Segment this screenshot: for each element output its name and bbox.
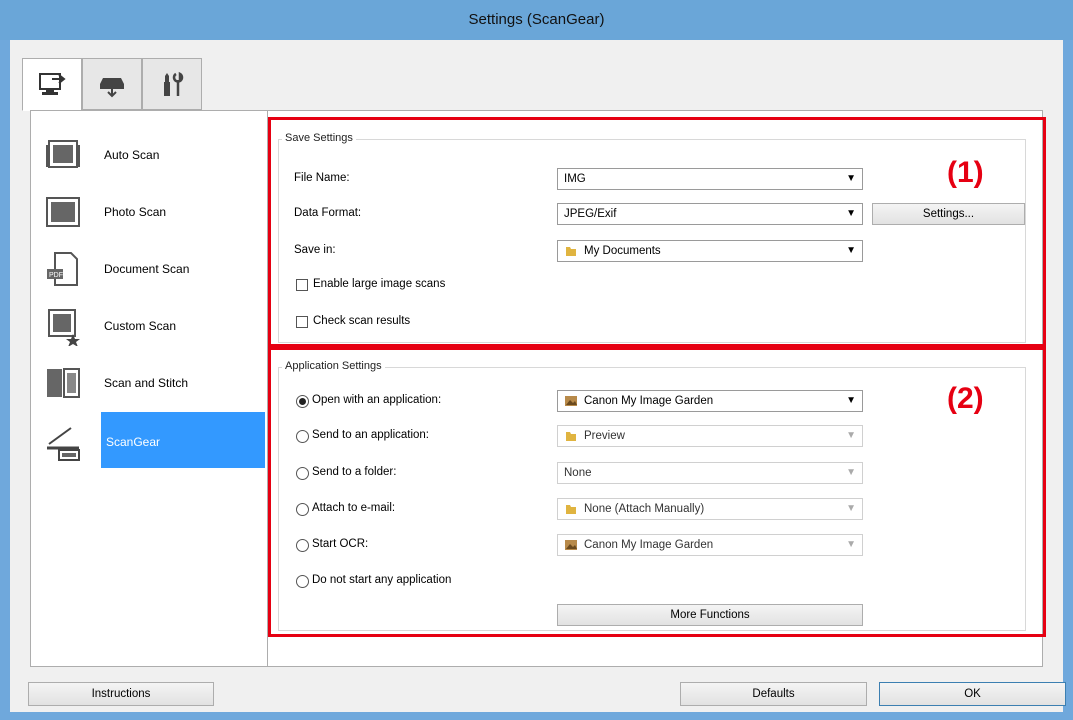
window-client-area: Auto Scan Photo Scan PDF Document Scan C… [10, 40, 1066, 712]
nav-label-photo-scan: Photo Scan [104, 205, 167, 219]
scan-from-panel-icon [100, 78, 124, 98]
custom-scan-icon [48, 309, 80, 346]
tab-scan-from-panel[interactable] [82, 58, 142, 110]
nav-label-scangear: ScanGear [106, 435, 161, 449]
highlight-box-1 [268, 117, 1046, 347]
nav-item-scan-and-stitch[interactable]: Scan and Stitch [31, 355, 267, 411]
scan-and-stitch-icon [47, 368, 80, 398]
nav-label-scan-and-stitch: Scan and Stitch [104, 376, 189, 390]
nav-item-scangear[interactable]: ScanGear [31, 412, 267, 470]
tab-scan-from-computer[interactable] [22, 58, 82, 111]
scan-mode-list: Auto Scan Photo Scan PDF Document Scan C… [30, 110, 268, 667]
scangear-icon [47, 427, 80, 461]
nav-item-document-scan[interactable]: PDF Document Scan [31, 241, 267, 297]
general-settings-icon [164, 71, 184, 96]
svg-text:PDF: PDF [49, 272, 63, 279]
nav-label-custom-scan: Custom Scan [104, 319, 177, 333]
window-title: Settings (ScanGear) [0, 0, 1073, 40]
nav-label-document-scan: Document Scan [104, 262, 190, 276]
scan-from-computer-icon [39, 72, 66, 95]
auto-scan-icon [46, 140, 80, 168]
document-scan-icon: PDF [47, 252, 78, 286]
nav-item-custom-scan[interactable]: Custom Scan [31, 298, 267, 354]
highlight-box-2 [268, 347, 1046, 637]
defaults-button[interactable]: Defaults [680, 682, 867, 706]
ok-button[interactable]: OK [879, 682, 1066, 706]
nav-item-photo-scan[interactable]: Photo Scan [31, 184, 267, 240]
instructions-button[interactable]: Instructions [28, 682, 214, 706]
nav-label-auto-scan: Auto Scan [104, 148, 160, 162]
settings-window: Settings (ScanGear) Auto Scan Photo Scan… [0, 0, 1073, 720]
photo-scan-icon [46, 197, 80, 227]
tab-general-settings[interactable] [142, 58, 202, 110]
nav-item-auto-scan[interactable]: Auto Scan [31, 127, 267, 183]
